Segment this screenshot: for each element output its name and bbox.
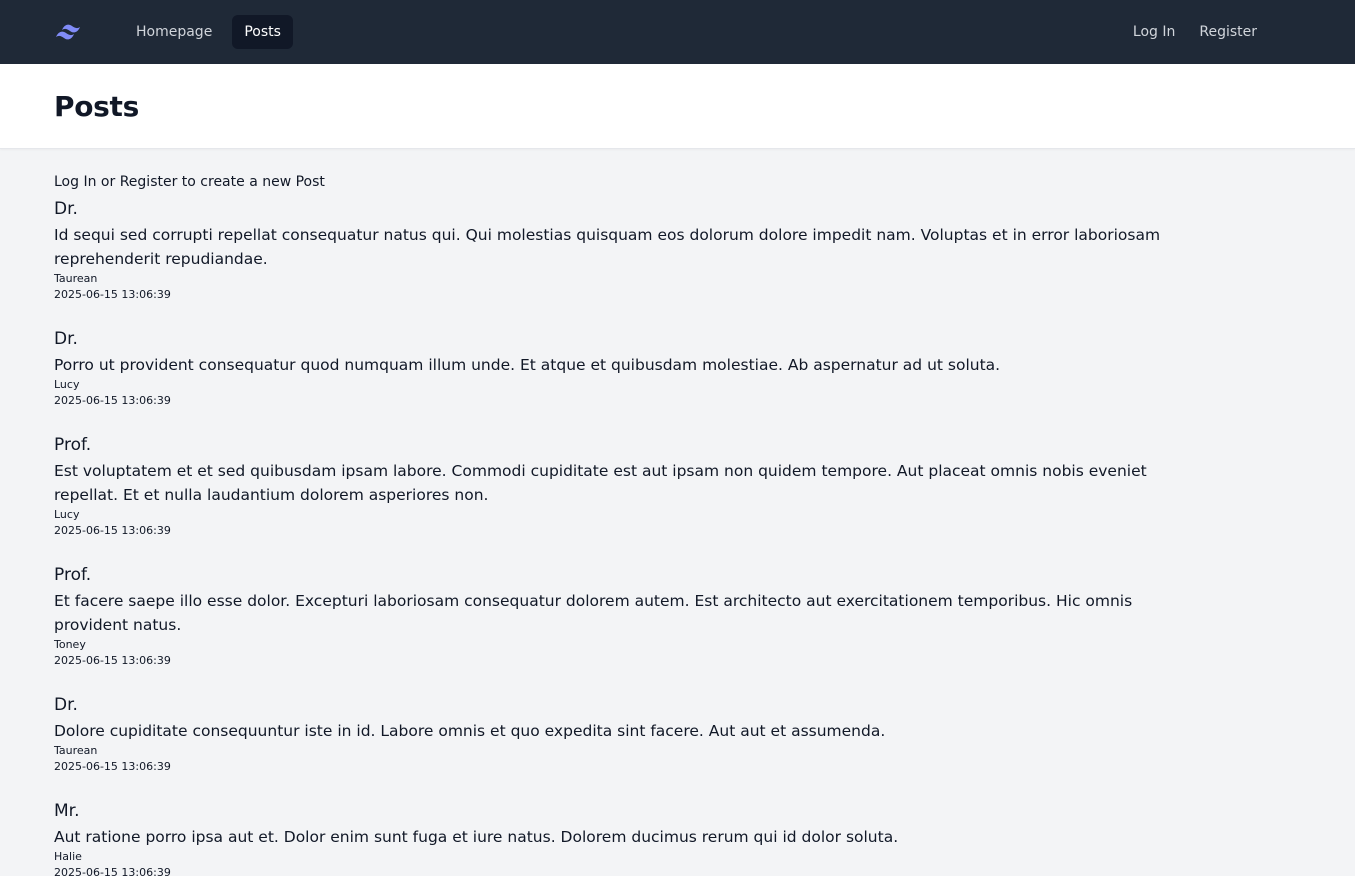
post-title: Dr. [54,329,78,349]
post-date: 2025-06-15 13:06:39 [54,866,171,876]
post-body: Id sequi sed corrupti repellat consequat… [54,226,1161,268]
post-author: Taurean [54,744,98,757]
cta-register-link[interactable]: Register [120,174,178,190]
login-link[interactable]: Log In [1121,16,1187,48]
post-date: 2025-06-15 13:06:39 [54,394,171,407]
post-title: Mr. [54,801,80,821]
post-date: 2025-06-15 13:06:39 [54,760,171,773]
cta-suffix-text: to create a new Post [181,174,325,190]
auth-nav: Log In Register [1121,0,1269,64]
post-body: Et facere saepe illo esse dolor. Exceptu… [54,592,1133,634]
post-title: Dr. [54,695,78,715]
post-item: Dr. Dolore cupiditate consequuntur iste … [54,693,1301,775]
register-link[interactable]: Register [1187,16,1269,48]
post-author: Toney [54,638,86,651]
nav-link-posts[interactable]: Posts [232,15,293,49]
post-author: Taurean [54,272,98,285]
post-title: Dr. [54,199,78,219]
create-post-prompt: Log In or Register to create a new Post [54,173,1301,191]
post-date: 2025-06-15 13:06:39 [54,288,171,301]
nav-link-homepage[interactable]: Homepage [124,15,224,49]
post-body: Dolore cupiditate consequuntur iste in i… [54,722,886,740]
post-body: Porro ut provident consequatur quod numq… [54,356,1001,374]
post-item: Prof. Est voluptatem et et sed quibusdam… [54,433,1301,539]
post-author: Lucy [54,378,80,391]
post-item: Mr. Aut ratione porro ipsa aut et. Dolor… [54,799,1301,876]
main-nav: Homepage Posts [124,15,293,49]
post-item: Dr. Id sequi sed corrupti repellat conse… [54,197,1301,303]
page-title: Posts [54,89,139,123]
post-date: 2025-06-15 13:06:39 [54,524,171,537]
logo-icon[interactable] [54,16,86,48]
post-title: Prof. [54,435,92,455]
post-item: Dr. Porro ut provident consequatur quod … [54,327,1301,409]
cta-login-link[interactable]: Log In [54,174,96,190]
post-title: Prof. [54,565,92,585]
post-item: Prof. Et facere saepe illo esse dolor. E… [54,563,1301,669]
post-author: Lucy [54,508,80,521]
main-content: Log In or Register to create a new Post … [0,149,1355,876]
cta-or-text: or [100,174,116,190]
top-navbar: Homepage Posts Log In Register [0,0,1355,64]
post-author: Halie [54,850,82,863]
page-header: Posts [0,64,1355,149]
post-body: Aut ratione porro ipsa aut et. Dolor eni… [54,828,899,846]
post-date: 2025-06-15 13:06:39 [54,654,171,667]
post-body: Est voluptatem et et sed quibusdam ipsam… [54,462,1147,504]
